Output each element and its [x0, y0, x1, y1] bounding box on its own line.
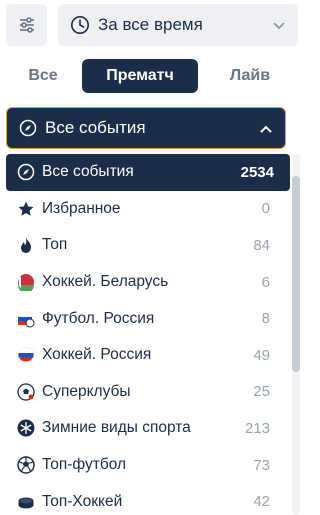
snowflake-icon — [16, 419, 35, 438]
list-item[interactable]: Топ 84 — [6, 227, 290, 264]
list-item[interactable]: Избранное 0 — [6, 191, 290, 228]
hockey-puck-icon — [16, 492, 35, 511]
tab-prematch[interactable]: Прематч — [82, 59, 198, 93]
tab-live[interactable]: Лайв — [202, 59, 298, 93]
tabs: Все Прематч Лайв — [6, 59, 298, 93]
list-item-count: 213 — [244, 419, 270, 437]
chevron-down-icon — [273, 22, 285, 30]
list-item-count: 49 — [253, 346, 270, 364]
period-label: За все время — [98, 15, 203, 34]
scrollbar-thumb[interactable] — [292, 176, 300, 372]
soccer-ball-icon — [16, 382, 35, 401]
flame-icon — [16, 236, 35, 255]
football-icon — [16, 456, 35, 475]
list-item[interactable]: Топ-Хоккей 42 — [6, 483, 290, 515]
list-item-label: Все события — [42, 163, 134, 181]
compass-icon — [19, 119, 37, 137]
list-item-count: 0 — [261, 200, 270, 218]
top-bar: За все время — [6, 4, 298, 46]
list-item[interactable]: Хоккей. Россия 49 — [6, 337, 290, 374]
belarus-flag-icon — [16, 273, 35, 292]
list-item-count: 25 — [253, 383, 270, 401]
russia-hockey-icon — [16, 346, 35, 365]
list-item[interactable]: Зимние виды спорта 213 — [6, 410, 290, 447]
filter-button[interactable] — [6, 4, 47, 46]
tab-all[interactable]: Все — [6, 59, 80, 93]
list-item-count: 73 — [253, 456, 270, 474]
list-item[interactable]: Футбол. Россия 8 — [6, 300, 290, 337]
list-item-count: 8 — [261, 310, 270, 328]
clock-icon — [71, 16, 89, 34]
list-item-label: Топ — [42, 236, 68, 254]
list-item-label: Избранное — [42, 199, 121, 217]
list-item-count: 2534 — [240, 163, 274, 181]
list-item[interactable]: Хоккей. Беларусь 6 — [6, 264, 290, 301]
sliders-icon — [19, 17, 34, 33]
list-item-count: 6 — [261, 273, 270, 291]
list-item-label: Топ-футбол — [42, 456, 127, 474]
list-item-label: Зимние виды спорта — [42, 419, 191, 437]
list-item-count: 42 — [253, 493, 270, 511]
list-item-label: Футбол. Россия — [42, 309, 155, 327]
period-select[interactable]: За все время — [58, 4, 298, 46]
list-item[interactable]: Топ-футбол 73 — [6, 447, 290, 484]
list-item-count: 84 — [253, 236, 270, 254]
events-dropdown[interactable]: Все события — [6, 107, 286, 149]
list-item-label: Суперклубы — [42, 382, 131, 400]
russia-football-icon — [16, 309, 35, 328]
star-icon — [16, 199, 35, 218]
list-item-label: Топ-Хоккей — [42, 492, 123, 510]
compass-icon — [16, 163, 35, 182]
events-list: Все события 2534 Избранное 0 Топ 84 Хокк… — [6, 154, 290, 515]
list-item[interactable]: Суперклубы 25 — [6, 374, 290, 411]
list-item[interactable]: Все события 2534 — [6, 154, 290, 191]
chevron-up-icon — [260, 125, 272, 133]
events-dropdown-label: Все события — [45, 118, 146, 137]
list-item-label: Хоккей. Беларусь — [42, 273, 169, 291]
list-item-label: Хоккей. Россия — [42, 346, 152, 364]
